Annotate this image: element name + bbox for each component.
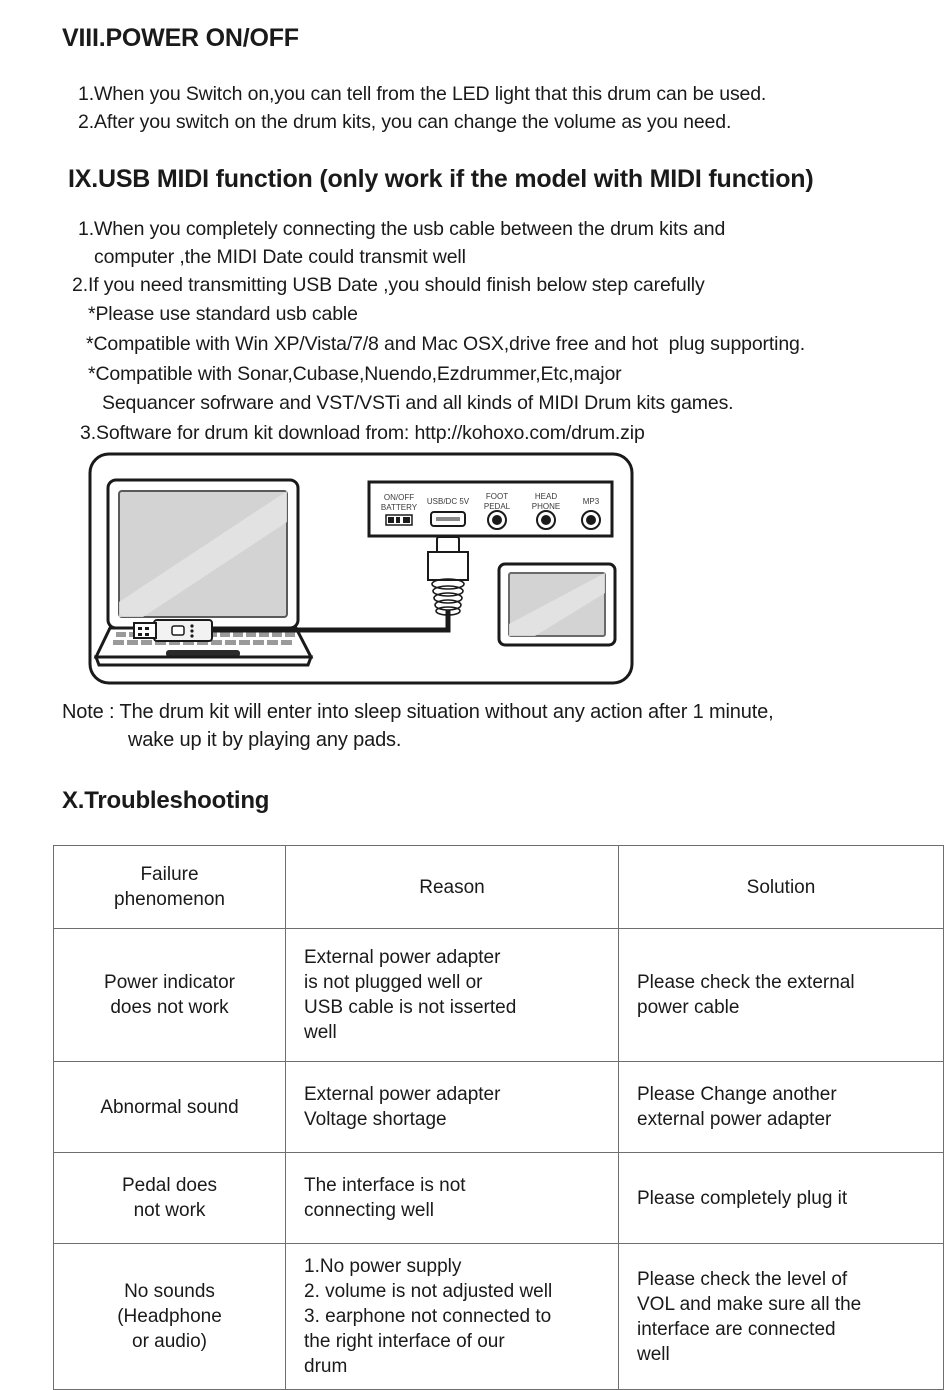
- foot-pedal-jack-icon: [487, 510, 507, 530]
- table-cell-reason: External power adapter Voltage shortage: [285, 1061, 619, 1153]
- panel-label-mp3: MP3: [583, 497, 600, 506]
- power-list-item-2: 2.After you switch on the drum kits, you…: [78, 111, 732, 133]
- drum-pad-tablet-illustration: [497, 562, 617, 647]
- midi-list-item-1-line-2: computer ,the MIDI Date could transmit w…: [94, 246, 466, 268]
- note-line-2: wake up it by playing any pads.: [128, 729, 402, 751]
- table-cell-solution: Please Change another external power ada…: [618, 1061, 944, 1153]
- table-row: Abnormal sound External power adapter Vo…: [53, 1061, 944, 1153]
- table-cell-solution: Please completely plug it: [618, 1152, 944, 1244]
- table-cell-failure: No sounds (Headphone or audio): [53, 1243, 286, 1390]
- table-row: Pedal does not work The interface is not…: [53, 1152, 944, 1244]
- midi-bullet-2: *Compatible with Win XP/Vista/7/8 and Ma…: [86, 333, 805, 355]
- panel-label-power-line2: BATTERY: [381, 503, 418, 512]
- usb-connection-diagram: ON/OFF BATTERY USB/DC 5V FOOT PEDAL HEAD…: [88, 452, 634, 685]
- table-cell-solution: Please check the level of VOL and make s…: [618, 1243, 944, 1390]
- note-line-1: Note : The drum kit will enter into slee…: [62, 701, 774, 723]
- headphone-jack-icon: [536, 510, 556, 530]
- midi-bullet-1: *Please use standard usb cable: [88, 303, 358, 325]
- panel-label-headphone-line2: PHONE: [532, 502, 560, 511]
- troubleshooting-table: Failure phenomenon Reason Solution Power…: [53, 845, 944, 1390]
- table-cell-failure: Abnormal sound: [53, 1061, 286, 1153]
- table-header-row: Failure phenomenon Reason Solution: [53, 845, 944, 929]
- panel-label-foot-pedal-line1: FOOT: [486, 492, 508, 501]
- usb-port-icon: [430, 511, 466, 527]
- table-cell-solution: Please check the external power cable: [618, 928, 944, 1062]
- section-heading-troubleshooting: X.Troubleshooting: [62, 787, 270, 814]
- power-list-item-1: 1.When you Switch on,you can tell from t…: [78, 83, 767, 105]
- mp3-jack-icon: [581, 510, 601, 530]
- usb-plug-body: [427, 551, 469, 581]
- panel-label-headphone-line1: HEAD: [535, 492, 557, 501]
- laptop-front-edge: [93, 655, 314, 667]
- midi-list-item-3-download-link: 3.Software for drum kit download from: h…: [80, 422, 645, 444]
- midi-bullet-3-line-1: *Compatible with Sonar,Cubase,Nuendo,Ezd…: [88, 363, 622, 385]
- midi-bullet-3-line-2: Sequancer sofrware and VST/VSTi and all …: [102, 392, 734, 414]
- section-heading-usb-midi: IX.USB MIDI function (only work if the m…: [68, 165, 814, 193]
- usb-a-connector: [133, 619, 213, 642]
- midi-list-item-1-line-1: 1.When you completely connecting the usb…: [78, 218, 726, 240]
- drum-connector-panel: ON/OFF BATTERY USB/DC 5V FOOT PEDAL HEAD…: [367, 480, 614, 538]
- panel-label-power-line1: ON/OFF: [384, 493, 414, 502]
- panel-label-foot-pedal-line2: PEDAL: [484, 502, 511, 511]
- table-row: No sounds (Headphone or audio) 1.No powe…: [53, 1243, 944, 1390]
- table-cell-failure: Power indicator does not work: [53, 928, 286, 1062]
- table-header-failure: Failure phenomenon: [53, 845, 286, 929]
- section-heading-power: VIII.POWER ON/OFF: [62, 24, 299, 52]
- table-row: Power indicator does not work External p…: [53, 928, 944, 1062]
- battery-switch-icon: [385, 514, 413, 526]
- table-cell-reason: 1.No power supply 2. volume is not adjus…: [285, 1243, 619, 1390]
- table-cell-reason: External power adapter is not plugged we…: [285, 928, 619, 1062]
- table-header-solution: Solution: [618, 845, 944, 929]
- panel-label-usb: USB/DC 5V: [427, 497, 470, 506]
- midi-list-item-2: 2.If you need transmitting USB Date ,you…: [72, 274, 705, 296]
- table-cell-failure: Pedal does not work: [53, 1152, 286, 1244]
- table-header-reason: Reason: [285, 845, 619, 929]
- table-cell-reason: The interface is not connecting well: [285, 1152, 619, 1244]
